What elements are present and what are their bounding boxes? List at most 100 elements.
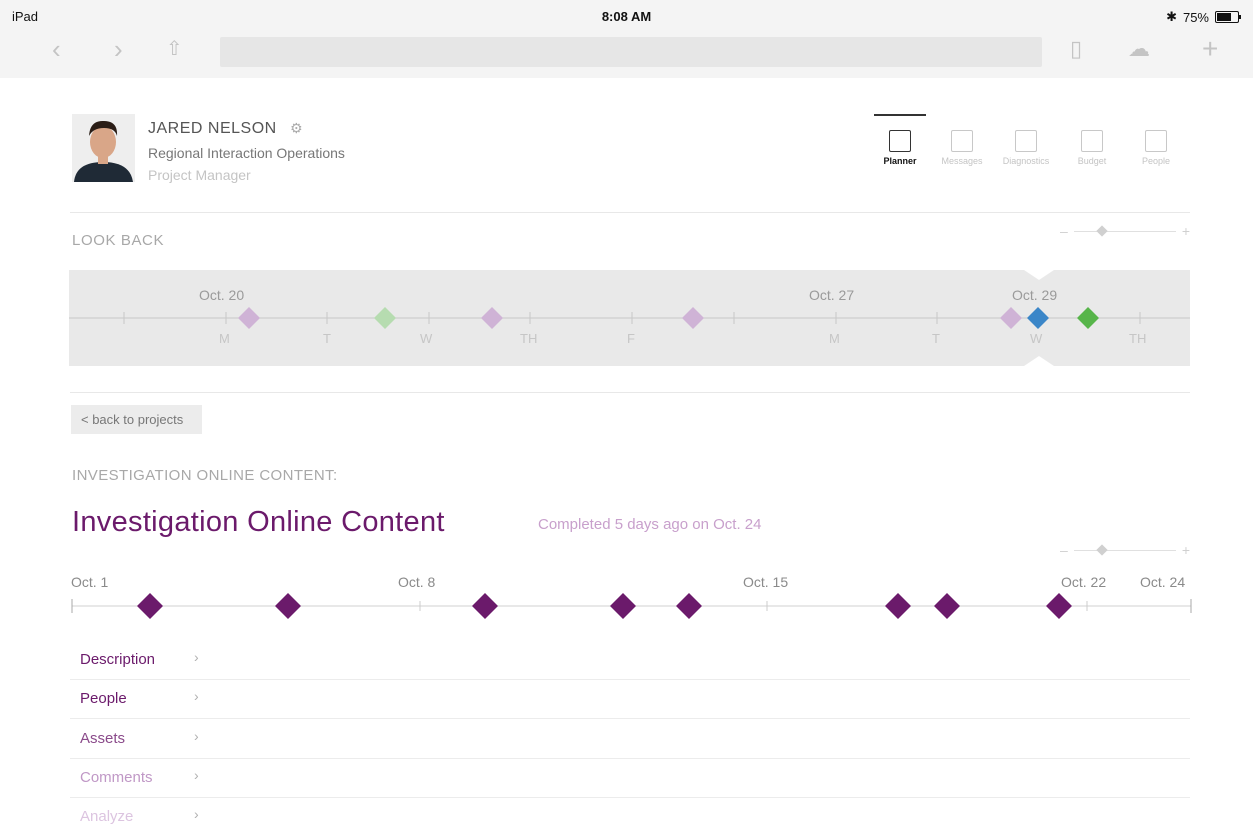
bluetooth-icon: ✱ (1166, 9, 1177, 24)
budget-icon (1081, 130, 1103, 152)
detail-label: Comments (80, 769, 153, 786)
message-icon (951, 130, 973, 152)
avatar (72, 114, 135, 182)
look-back-day: T (932, 331, 940, 346)
nav-item-planner[interactable]: Planner (868, 114, 932, 166)
nav-label: People (1141, 156, 1171, 166)
project-timeline[interactable] (0, 590, 1253, 630)
chevron-right-icon: › (194, 649, 199, 665)
divider (70, 392, 1190, 393)
milestone-diamond[interactable] (137, 593, 163, 619)
nav-label: Planner (883, 156, 917, 166)
detail-row-description[interactable]: Description › (70, 640, 1190, 680)
url-bar[interactable] (220, 37, 1042, 67)
gear-icon[interactable]: ⚙ (290, 120, 308, 138)
look-back-date: Oct. 29 (1012, 287, 1058, 303)
nav-label: Diagnostics (1002, 156, 1050, 166)
nav-item-messages[interactable]: Messages (930, 114, 994, 166)
milestone-diamond[interactable] (934, 593, 960, 619)
milestone-diamond[interactable] (885, 593, 911, 619)
browser-chrome: iPad 8:08 AM ✱ 75% ‹ › ⇧ ▯ ☁ + (0, 0, 1253, 78)
user-organization: Regional Interaction Operations (148, 145, 345, 161)
new-tab-icon[interactable]: + (1202, 35, 1218, 63)
chevron-right-icon: › (194, 767, 199, 783)
zoom-out-icon[interactable]: – (1060, 223, 1068, 239)
user-role: Project Manager (148, 167, 251, 183)
chevron-right-icon: › (194, 688, 199, 704)
back-arrow-icon[interactable]: ‹ (52, 36, 61, 62)
timeline-date: Oct. 22 (1061, 574, 1107, 590)
look-back-title: LOOK BACK (72, 232, 165, 249)
zoom-knob[interactable] (1096, 225, 1108, 237)
nav-label: Messages (941, 156, 983, 166)
project-status: Completed 5 days ago on Oct. 24 (538, 516, 762, 533)
people-icon (1145, 130, 1167, 152)
detail-row-comments[interactable]: Comments › (70, 758, 1190, 798)
detail-label: People (80, 690, 127, 707)
detail-label: Assets (80, 730, 126, 747)
bookmarks-icon[interactable]: ▯ (1070, 36, 1082, 62)
timeline-date: Oct. 8 (398, 574, 436, 590)
status-bar: iPad 8:08 AM ✱ 75% (0, 0, 1253, 25)
detail-label: Description (80, 651, 156, 668)
top-nav: Planner Messages Diagnostics Budget Peop… (868, 114, 1188, 174)
milestone-diamond[interactable] (275, 593, 301, 619)
milestone-diamond[interactable] (472, 593, 498, 619)
detail-row-analyze[interactable]: Analyze › (70, 797, 1190, 836)
milestone-diamond[interactable] (374, 307, 396, 329)
battery-status: ✱ 75% (1166, 9, 1241, 25)
detail-label: Analyze (80, 808, 134, 825)
look-back-day: M (219, 331, 230, 346)
share-icon[interactable]: ⇧ (166, 36, 183, 62)
nav-item-budget[interactable]: Budget (1060, 114, 1124, 166)
milestone-diamond[interactable] (610, 593, 636, 619)
project-zoom-slider[interactable]: – + (1060, 542, 1190, 558)
divider (70, 212, 1190, 213)
look-back-day: TH (520, 331, 538, 346)
cloud-icon[interactable]: ☁ (1128, 36, 1150, 62)
look-back-day: W (420, 331, 433, 346)
project-heading: INVESTIGATION ONLINE CONTENT: (72, 467, 338, 484)
battery-percent: 75% (1182, 9, 1209, 25)
milestone-diamond[interactable] (238, 307, 260, 329)
look-back-day: M (829, 331, 840, 346)
look-back-zoom-slider[interactable]: – + (1060, 223, 1190, 239)
look-back-day: W (1030, 331, 1043, 346)
detail-row-assets[interactable]: Assets › (70, 719, 1190, 759)
milestone-diamond[interactable] (1077, 307, 1099, 329)
milestone-diamond[interactable] (481, 307, 503, 329)
look-back-milestones (238, 307, 1099, 329)
look-back-timeline[interactable]: Oct. 20 Oct. 27 Oct. 29 M T W TH F M T W… (69, 270, 1190, 366)
project-title: Investigation Online Content (72, 506, 445, 538)
look-back-date: Oct. 27 (809, 287, 855, 303)
timeline-date: Oct. 1 (71, 574, 109, 590)
calendar-icon (889, 130, 911, 152)
diagnostics-icon (1015, 130, 1037, 152)
milestone-diamond[interactable] (1046, 593, 1072, 619)
nav-item-people[interactable]: People (1124, 114, 1188, 166)
zoom-out-icon[interactable]: – (1060, 542, 1068, 558)
zoom-in-icon[interactable]: + (1182, 542, 1190, 558)
milestone-diamond[interactable] (676, 593, 702, 619)
timeline-date: Oct. 15 (743, 574, 789, 590)
nav-item-diagnostics[interactable]: Diagnostics (994, 114, 1058, 166)
battery-icon (1215, 11, 1241, 23)
look-back-day: F (627, 331, 635, 346)
back-to-projects-button[interactable]: < back to projects (71, 405, 202, 434)
forward-arrow-icon[interactable]: › (114, 36, 123, 62)
user-name: JARED NELSON (148, 120, 277, 137)
detail-row-people[interactable]: People › (70, 679, 1190, 719)
zoom-in-icon[interactable]: + (1182, 223, 1190, 239)
nav-label: Budget (1077, 156, 1107, 166)
clock: 8:08 AM (601, 9, 652, 24)
look-back-day: TH (1129, 331, 1147, 346)
timeline-date: Oct. 24 (1140, 574, 1186, 590)
milestone-diamond[interactable] (682, 307, 704, 329)
look-back-day: T (323, 331, 331, 346)
project-milestones (137, 593, 1072, 619)
chevron-right-icon: › (194, 728, 199, 744)
zoom-knob[interactable] (1096, 544, 1108, 556)
milestone-diamond[interactable] (1000, 307, 1022, 329)
look-back-date: Oct. 20 (199, 287, 245, 303)
milestone-diamond[interactable] (1027, 307, 1049, 329)
